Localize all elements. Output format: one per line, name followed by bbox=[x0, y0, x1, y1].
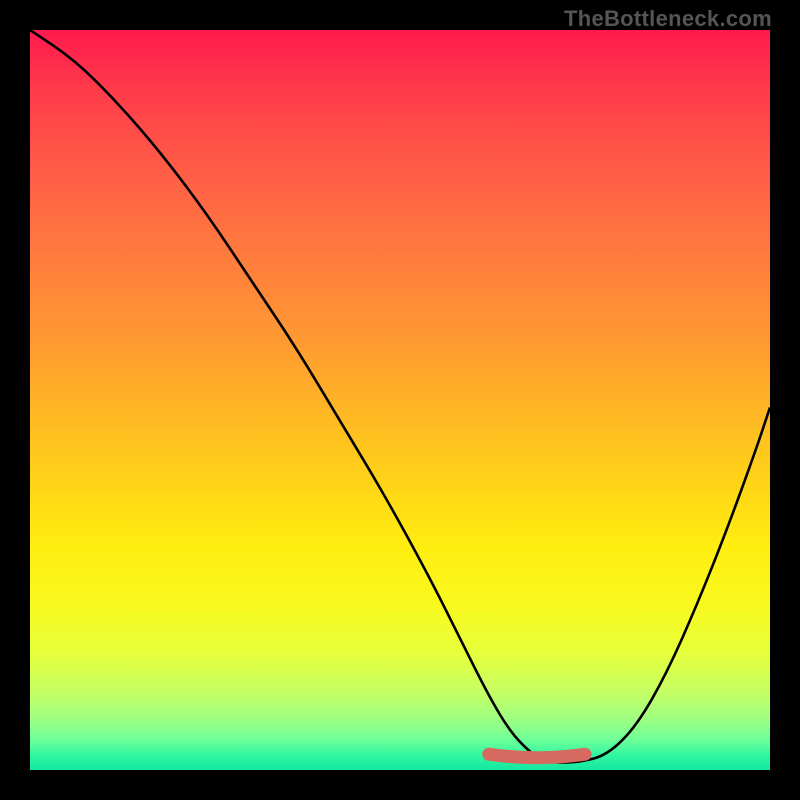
minimum-marker bbox=[489, 754, 585, 758]
chart-frame: TheBottleneck.com bbox=[0, 0, 800, 800]
curve-svg bbox=[30, 30, 770, 770]
watermark-text: TheBottleneck.com bbox=[564, 6, 772, 32]
plot-area bbox=[30, 30, 770, 770]
bottleneck-curve-path bbox=[30, 30, 770, 763]
